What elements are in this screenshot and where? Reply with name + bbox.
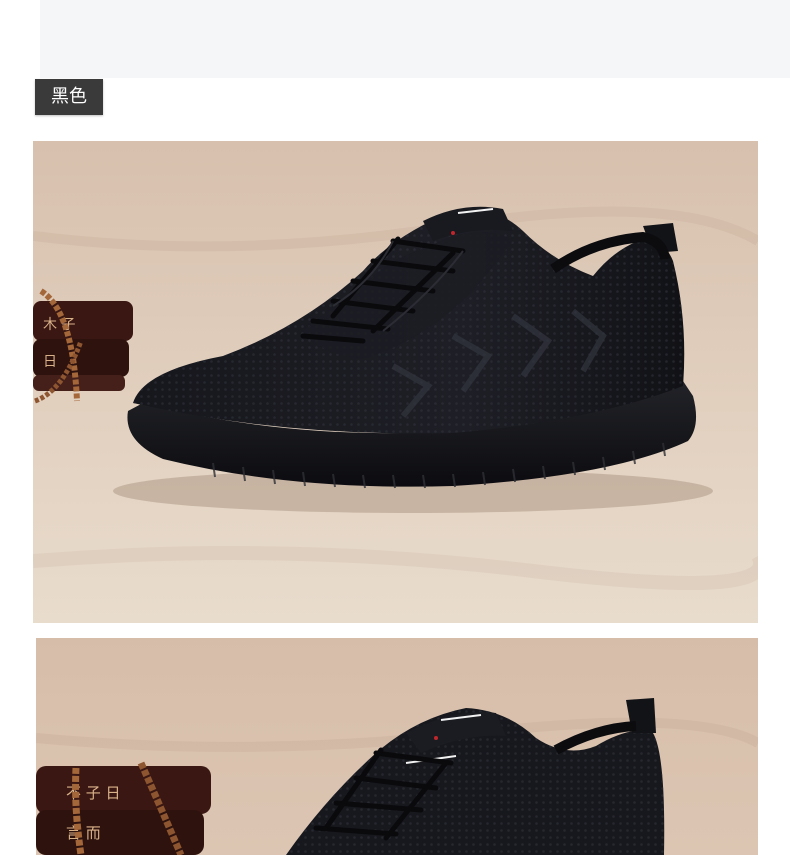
svg-text:言 而: 言 而 [66,824,101,842]
sneaker-photo-1-graphic: 木 子 日 [33,141,758,623]
books-prop: 不 子 日 言 而 [36,761,211,855]
product-photo-2: 不 子 日 言 而 [36,638,758,855]
top-image-strip [40,0,790,78]
product-photo-1: 木 子 日 [33,141,758,623]
sneaker-photo-2-graphic: 不 子 日 言 而 [36,638,758,855]
color-variant-label: 黑色 [35,79,103,115]
svg-text:木 子: 木 子 [43,317,75,333]
books-prop: 木 子 日 [33,288,133,404]
svg-text:日: 日 [43,354,57,370]
